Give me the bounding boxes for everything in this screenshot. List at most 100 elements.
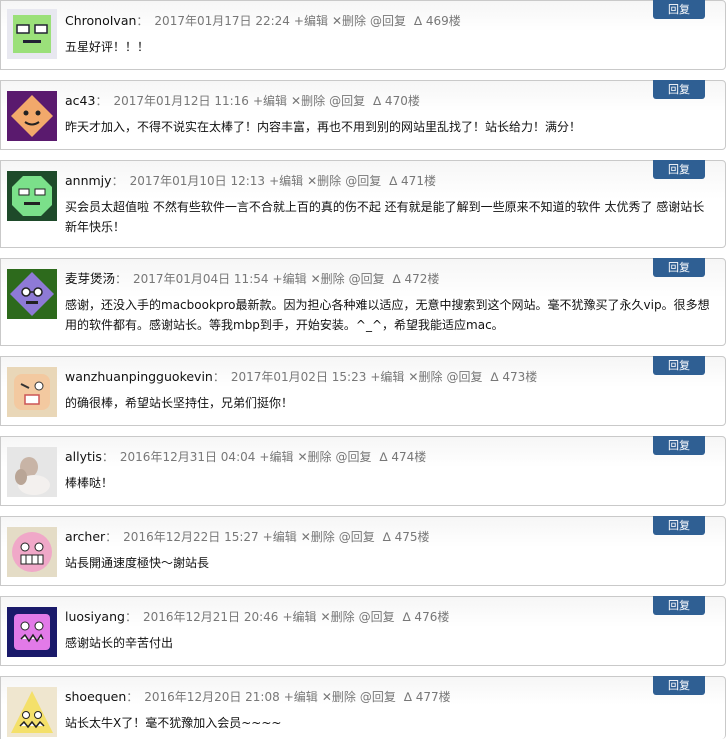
edit-link[interactable]: +编辑 (282, 610, 316, 624)
reply-link[interactable]: @回复 (345, 174, 381, 188)
comment-item: shoequen： 2016年12月20日 21:08 +编辑 ✕删除 @回复 ∆ 477… (0, 676, 726, 739)
edit-link[interactable]: +编辑 (259, 450, 293, 464)
delete-link[interactable]: ✕删除 (322, 690, 356, 704)
comment-meta: archer： 2016年12月22日 15:27 +编辑 ✕删除 @回复 ∆ 475楼 (65, 529, 430, 544)
comment-author[interactable]: allytis (65, 449, 102, 464)
comment-time: 2017年01月10日 12:13 (129, 174, 266, 188)
comment-text: 的确很棒，希望站长坚持住，兄弟们挺你！ (65, 396, 294, 410)
reply-button[interactable]: 回复 (653, 160, 705, 179)
comment-text: 感谢站长的辛苦付出 (65, 636, 174, 650)
reply-button[interactable]: 回复 (653, 676, 705, 695)
comment-time: 2016年12月22日 15:27 (123, 530, 259, 544)
comment-item: archer： 2016年12月22日 15:27 +编辑 ✕删除 @回复 ∆ 475楼 … (0, 516, 726, 586)
comment-author[interactable]: ChronoIvan (65, 13, 136, 28)
comment-meta: ChronoIvan： 2017年01月17日 22:24 +编辑 ✕删除 @回复 ∆ 4… (65, 13, 461, 28)
reply-link[interactable]: @回复 (359, 610, 395, 624)
comment-text: 棒棒哒！ (65, 476, 114, 490)
comment-author[interactable]: 麦芽煲汤 (65, 271, 115, 286)
comment-text: 站长太牛X了！毫不犹豫加入会员~~~~ (65, 716, 282, 730)
comment-author[interactable]: shoequen (65, 689, 126, 704)
comment-text: 感谢，还没入手的macbookpro最新款。因为担心各种难以适应，无意中搜索到这… (65, 298, 710, 332)
floor-number: ∆ 474楼 (379, 450, 427, 464)
comment-time: 2016年12月21日 20:46 (142, 610, 279, 624)
avatar (7, 687, 57, 737)
comment-meta: 麦芽煲汤： 2017年01月04日 11:54 +编辑 ✕删除 @回复 ∆ 472楼 (65, 271, 440, 286)
edit-link[interactable]: +编辑 (263, 530, 297, 544)
comment-item: wanzhuanpingguokevin： 2017年01月02日 15:23 +编… (0, 356, 726, 426)
comment-meta: allytis： 2016年12月31日 04:04 +编辑 ✕删除 @回复 ∆ 474楼 (65, 449, 427, 464)
floor-number: ∆ 475楼 (382, 530, 430, 544)
comment-meta: wanzhuanpingguokevin： 2017年01月02日 15:23 +编… (65, 369, 538, 384)
edit-link[interactable]: +编辑 (269, 174, 303, 188)
delete-link[interactable]: ✕删除 (408, 370, 442, 384)
floor-number: ∆ 473楼 (490, 370, 538, 384)
edit-link[interactable]: +编辑 (370, 370, 404, 384)
edit-link[interactable]: +编辑 (284, 690, 318, 704)
comment-time: 2016年12月31日 04:04 (119, 450, 256, 464)
reply-button[interactable]: 回复 (653, 0, 705, 19)
reply-button[interactable]: 回复 (653, 436, 705, 455)
delete-link[interactable]: ✕删除 (311, 272, 345, 286)
comment-meta: ac43： 2017年01月12日 11:16 +编辑 ✕删除 @回复 ∆ 470楼 (65, 93, 420, 108)
comment-item: allytis： 2016年12月31日 04:04 +编辑 ✕删除 @回复 ∆ 474楼… (0, 436, 726, 506)
delete-link[interactable]: ✕删除 (297, 450, 331, 464)
comment-time: 2016年12月20日 21:08 (144, 690, 280, 704)
comment-time: 2017年01月17日 22:24 (154, 14, 290, 28)
floor-number: ∆ 472楼 (392, 272, 440, 286)
floor-number: ∆ 469楼 (414, 14, 461, 28)
reply-button[interactable]: 回复 (653, 80, 705, 99)
comment-author[interactable]: wanzhuanpingguokevin (65, 369, 213, 384)
reply-link[interactable]: @回复 (370, 14, 406, 28)
comment-author[interactable]: ac43 (65, 93, 95, 108)
reply-link[interactable]: @回复 (339, 530, 375, 544)
comment-author[interactable]: archer (65, 529, 105, 544)
edit-link[interactable]: +编辑 (253, 94, 287, 108)
avatar (7, 607, 57, 657)
comment-meta: luosiyang： 2016年12月21日 20:46 +编辑 ✕删除 @回复 ∆ 47… (65, 609, 450, 624)
comment-time: 2017年01月12日 11:16 (113, 94, 249, 108)
comment-item: ac43： 2017年01月12日 11:16 +编辑 ✕删除 @回复 ∆ 470楼 昨天… (0, 80, 726, 150)
reply-link[interactable]: @回复 (336, 450, 372, 464)
delete-link[interactable]: ✕删除 (321, 610, 355, 624)
comment-item: 麦芽煲汤： 2017年01月04日 11:54 +编辑 ✕删除 @回复 ∆ 472楼 感谢… (0, 258, 726, 346)
comment-time: 2017年01月04日 11:54 (133, 272, 269, 286)
edit-link[interactable]: +编辑 (294, 14, 328, 28)
edit-link[interactable]: +编辑 (273, 272, 307, 286)
delete-link[interactable]: ✕删除 (307, 174, 341, 188)
comment-list: ChronoIvan： 2017年01月17日 22:24 +编辑 ✕删除 @回复 ∆ 4… (0, 0, 727, 739)
reply-link[interactable]: @回复 (446, 370, 482, 384)
reply-button[interactable]: 回复 (653, 516, 705, 535)
comment-text: 买会员太超值啦 不然有些软件一言不合就上百的真的伤不起 还有就是能了解到一些原来… (65, 200, 705, 234)
comment-item: ChronoIvan： 2017年01月17日 22:24 +编辑 ✕删除 @回复 ∆ 4… (0, 0, 726, 70)
floor-number: ∆ 470楼 (373, 94, 420, 108)
reply-link[interactable]: @回复 (349, 272, 385, 286)
comment-item: annmjy： 2017年01月10日 12:13 +编辑 ✕删除 @回复 ∆ 471楼 … (0, 160, 726, 248)
delete-link[interactable]: ✕删除 (332, 14, 366, 28)
avatar (7, 447, 57, 497)
reply-link[interactable]: @回复 (329, 94, 365, 108)
reply-link[interactable]: @回复 (360, 690, 396, 704)
comment-text: 站長開通速度極快～謝站長 (65, 556, 210, 570)
avatar (7, 171, 57, 221)
avatar (7, 367, 57, 417)
comment-text: 五星好评！！！ (65, 40, 150, 54)
floor-number: ∆ 471楼 (389, 174, 436, 188)
floor-number: ∆ 476楼 (402, 610, 450, 624)
avatar (7, 269, 57, 319)
delete-link[interactable]: ✕删除 (301, 530, 335, 544)
reply-button[interactable]: 回复 (653, 596, 705, 615)
floor-number: ∆ 477楼 (403, 690, 451, 704)
comment-author[interactable]: annmjy (65, 173, 112, 188)
comment-author[interactable]: luosiyang (65, 609, 125, 624)
comment-meta: shoequen： 2016年12月20日 21:08 +编辑 ✕删除 @回复 ∆ 477… (65, 689, 451, 704)
comment-item: luosiyang： 2016年12月21日 20:46 +编辑 ✕删除 @回复 ∆ 47… (0, 596, 726, 666)
avatar (7, 9, 57, 59)
delete-link[interactable]: ✕删除 (291, 94, 325, 108)
reply-button[interactable]: 回复 (653, 356, 705, 375)
avatar (7, 91, 57, 141)
comment-time: 2017年01月02日 15:23 (230, 370, 367, 384)
comment-meta: annmjy： 2017年01月10日 12:13 +编辑 ✕删除 @回复 ∆ 471楼 (65, 173, 436, 188)
avatar (7, 527, 57, 577)
reply-button[interactable]: 回复 (653, 258, 705, 277)
comment-text: 昨天才加入，不得不说实在太棒了！内容丰富，再也不用到别的网站里乱找了！站长给力！… (65, 120, 582, 134)
